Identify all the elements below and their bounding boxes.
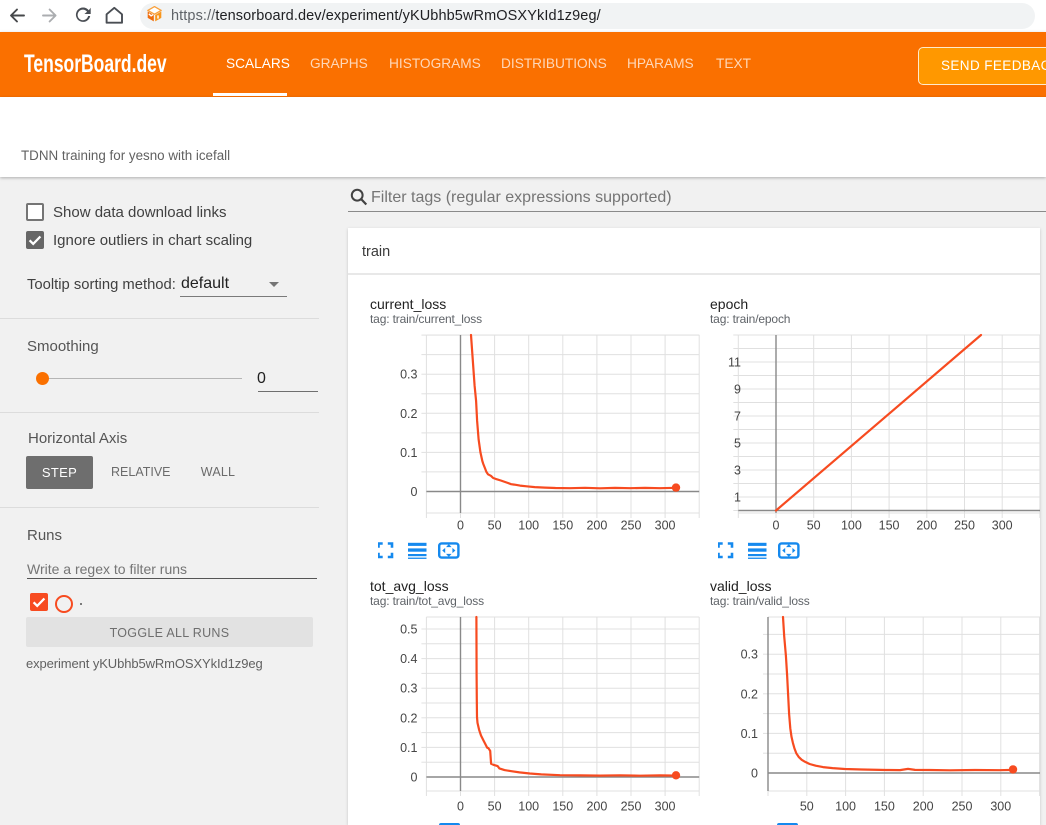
- svg-text:9: 9: [734, 383, 741, 397]
- svg-text:5: 5: [734, 437, 741, 451]
- svg-text:1: 1: [734, 491, 741, 505]
- svg-text:250: 250: [954, 519, 975, 533]
- svg-text:150: 150: [879, 519, 900, 533]
- svg-text:150: 150: [874, 800, 895, 814]
- svg-text:0.2: 0.2: [400, 711, 417, 725]
- svg-text:0.2: 0.2: [741, 687, 758, 701]
- svg-text:0.5: 0.5: [400, 623, 417, 637]
- svg-text:50: 50: [488, 519, 502, 533]
- svg-text:100: 100: [841, 519, 862, 533]
- svg-text:0.1: 0.1: [400, 741, 417, 755]
- svg-text:300: 300: [655, 800, 676, 814]
- svg-text:0.3: 0.3: [400, 682, 417, 696]
- svg-text:50: 50: [807, 519, 821, 533]
- svg-text:250: 250: [621, 800, 642, 814]
- svg-text:200: 200: [586, 519, 607, 533]
- svg-text:0.1: 0.1: [400, 446, 417, 460]
- svg-text:50: 50: [488, 800, 502, 814]
- svg-text:0: 0: [411, 771, 418, 785]
- svg-text:250: 250: [621, 519, 642, 533]
- svg-text:3: 3: [734, 464, 741, 478]
- svg-text:0: 0: [773, 519, 780, 533]
- svg-text:200: 200: [586, 800, 607, 814]
- svg-text:150: 150: [552, 519, 573, 533]
- svg-text:0: 0: [457, 800, 464, 814]
- svg-text:250: 250: [952, 800, 973, 814]
- svg-text:300: 300: [990, 800, 1011, 814]
- svg-text:50: 50: [800, 800, 814, 814]
- svg-text:0.2: 0.2: [400, 407, 417, 421]
- svg-text:11: 11: [728, 356, 741, 370]
- svg-text:7: 7: [734, 410, 741, 424]
- svg-text:0.3: 0.3: [400, 368, 417, 382]
- svg-text:0: 0: [457, 519, 464, 533]
- svg-text:0.4: 0.4: [400, 652, 417, 666]
- svg-text:0: 0: [751, 767, 758, 781]
- svg-text:0: 0: [411, 485, 418, 499]
- svg-text:0.3: 0.3: [741, 648, 758, 662]
- svg-text:100: 100: [835, 800, 856, 814]
- svg-text:100: 100: [518, 800, 539, 814]
- svg-text:0.1: 0.1: [741, 727, 758, 741]
- svg-text:300: 300: [655, 519, 676, 533]
- svg-text:300: 300: [992, 519, 1013, 533]
- svg-text:200: 200: [913, 800, 934, 814]
- svg-text:150: 150: [552, 800, 573, 814]
- svg-text:100: 100: [518, 519, 539, 533]
- svg-text:200: 200: [916, 519, 937, 533]
